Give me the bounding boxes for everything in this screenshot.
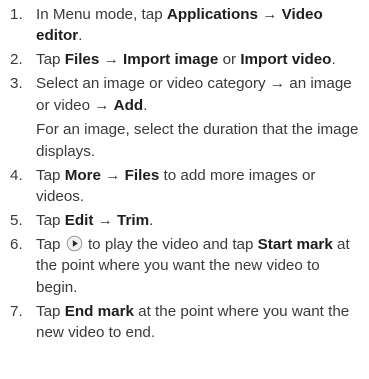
- step-text-segment: .: [78, 27, 83, 45]
- ui-term: Import video: [240, 51, 332, 69]
- step-item: 4. Tap More → Files to add more images or…: [10, 165, 362, 208]
- step-text-segment: →: [101, 166, 125, 184]
- ui-term: Start mark: [257, 236, 333, 254]
- step-text: Tap Files → Import image or Import video…: [36, 51, 336, 68]
- step-number: 4.: [10, 166, 23, 184]
- step-text-segment: or: [218, 51, 241, 69]
- step-number: 3.: [10, 75, 23, 93]
- play-icon: [66, 235, 83, 252]
- step-text-segment: Tap: [36, 212, 65, 230]
- step-text-segment: Tap: [36, 302, 65, 320]
- step-text-segment: .: [143, 96, 148, 114]
- step-text-segment: .: [331, 51, 336, 69]
- step-text-segment: →: [93, 212, 118, 230]
- step-item: 1. In Menu mode, tap Applications → Video…: [10, 4, 362, 47]
- step-text-segment: Tap: [36, 236, 65, 254]
- step-item: 5. Tap Edit → Trim.: [10, 210, 362, 231]
- step-text: Tap End mark at the point where you want…: [36, 303, 349, 341]
- step-text-segment: to play the video and tap: [83, 236, 258, 254]
- step-text-segment: .: [149, 212, 154, 230]
- step-number: 6.: [10, 236, 23, 254]
- step-item: 7. Tap End mark at the point where you wa…: [10, 301, 362, 344]
- ui-term: Applications: [166, 6, 258, 23]
- step-text: Select an image or video category → an i…: [36, 75, 352, 113]
- ui-term: Import image: [122, 51, 219, 69]
- ui-term: Trim: [117, 212, 150, 230]
- ui-term: Add: [113, 96, 144, 114]
- step-item: 3. Select an image or video category → an…: [10, 73, 362, 162]
- step-note: For an image, select the duration that t…: [36, 121, 359, 160]
- step-text: In Menu mode, tap Applications → Video e…: [36, 6, 323, 44]
- step-number: 2.: [10, 51, 23, 69]
- step-text-segment: Select an image or video category → an i…: [36, 75, 352, 114]
- step-text-segment: Tap: [36, 51, 65, 69]
- step-item: 2. Tap Files → Import image or Import vid…: [10, 49, 362, 70]
- step-item: 6. Tap to play the video and tap Start ma…: [10, 234, 362, 298]
- ui-term: End mark: [64, 302, 134, 320]
- steps-list: 1. In Menu mode, tap Applications → Video…: [10, 4, 362, 346]
- ui-term: Files: [124, 166, 160, 184]
- step-text-segment: →: [258, 6, 282, 23]
- instruction-page: 1. In Menu mode, tap Applications → Video…: [0, 0, 369, 379]
- step-number: 1.: [10, 6, 23, 23]
- ui-term: Files: [64, 51, 100, 69]
- step-text-segment: →: [99, 51, 123, 69]
- step-text: Tap Edit → Trim.: [36, 212, 153, 229]
- step-text-segment: In Menu mode, tap: [36, 6, 167, 23]
- step-text: Tap More → Files to add more images or v…: [36, 167, 315, 205]
- ui-term: More: [64, 166, 102, 184]
- step-number: 7.: [10, 302, 23, 320]
- step-text-segment: Tap: [36, 166, 65, 184]
- ui-term: Edit: [64, 212, 94, 230]
- step-text: Tap to play the video and tap Start mark…: [36, 235, 350, 296]
- step-number: 5.: [10, 212, 23, 230]
